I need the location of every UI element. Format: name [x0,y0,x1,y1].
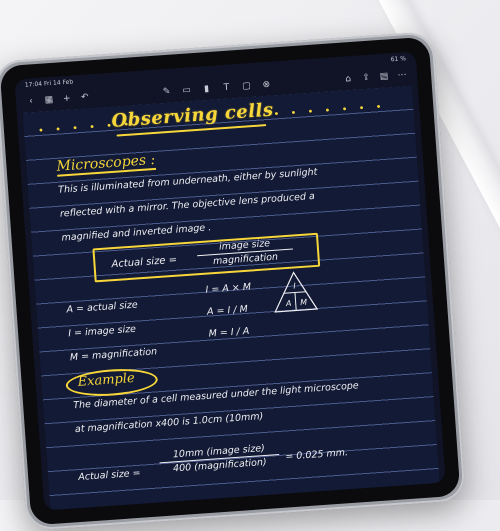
lasso-icon[interactable]: ⊗ [261,80,272,91]
definition-image-size: I = image size [67,323,137,340]
status-time: 17:04 [24,80,43,89]
triangle-top: I [293,281,297,290]
status-battery: 61 % [390,55,407,64]
page-icon[interactable]: ▤ [379,71,390,82]
eraser-icon[interactable]: ▭ [181,85,192,96]
section-heading: Microscopes : [56,151,156,177]
share-icon[interactable]: ⇪ [361,73,372,84]
highlighter-icon[interactable]: ▮ [201,84,212,95]
note-line-2: reflected with a mirror. The objective l… [59,190,316,220]
add-icon[interactable]: + [62,94,73,105]
image-icon[interactable]: ▢ [241,81,252,92]
status-date: Fri 14 Feb [43,78,74,88]
equation-actual: A = I / M [206,303,249,318]
pen-icon[interactable]: ✎ [161,87,172,98]
triangle-right: M [300,298,308,307]
equation-image: I = A × M [205,281,252,296]
decorative-dots-right: • • • • • • • [273,101,387,121]
text-icon[interactable]: T [221,82,232,93]
tablet-device: 17:04 Fri 14 Feb 61 % ‹ ▦ + ↶ ✎ ▭ ▮ T ▢ [0,31,466,531]
note-line-3: magnified and inverted image . [61,222,212,244]
calc-fraction: 10mm (image size) 400 (magnification) [159,442,280,475]
undo-icon[interactable]: ↶ [80,92,91,103]
triangle-split [294,292,297,311]
iam-triangle: I A M [274,271,319,313]
tablet-bezel: 17:04 Fri 14 Feb 61 % ‹ ▦ + ↶ ✎ ▭ ▮ T ▢ [0,36,461,526]
example-line-2: at magnification x400 is 1.0cm (10mm) [74,411,264,436]
calc-result: = 0.025 mm. [285,447,349,463]
triangle-left: A [285,299,292,308]
calc-label: Actual size = [77,467,141,484]
bookmark-icon[interactable]: ⌂ [343,74,354,85]
equation-magnification: M = I / A [208,325,250,340]
back-icon[interactable]: ‹ [26,96,37,107]
tablet-screen: 17:04 Fri 14 Feb 61 % ‹ ▦ + ↶ ✎ ▭ ▮ T ▢ [14,51,446,511]
definition-magnification: M = magnification [69,346,158,364]
note-page[interactable]: • • • • • • Observing cells • • • • • • … [22,85,440,511]
definition-actual-size: A = actual size [66,299,139,316]
triangle-outline [274,271,319,313]
more-icon[interactable]: ⋯ [397,70,408,81]
grid-icon[interactable]: ▦ [44,95,55,106]
